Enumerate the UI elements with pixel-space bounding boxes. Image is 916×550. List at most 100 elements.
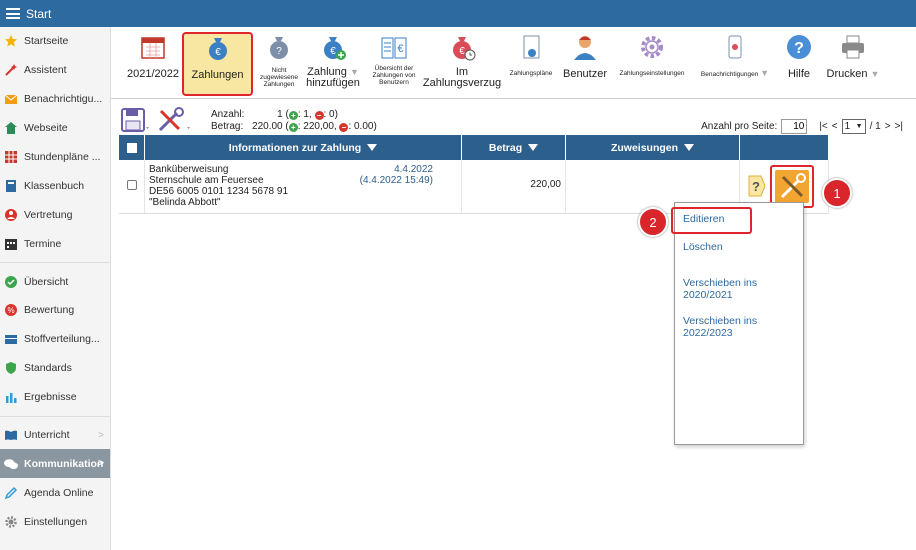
open-book-icon — [4, 428, 18, 442]
calendar-icon — [4, 237, 18, 251]
per-page-input[interactable] — [781, 119, 808, 134]
sidebar-item-label: Klassenbuch — [24, 179, 85, 192]
sidebar-item-standards[interactable]: Standards — [0, 354, 110, 383]
add-payment-label-line2: hinzufügen — [306, 77, 360, 89]
plus-icon: + — [288, 111, 298, 120]
topbar-title[interactable]: Start — [26, 7, 51, 21]
gear-icon — [4, 515, 18, 529]
per-page-label: Anzahl pro Seite: — [701, 121, 778, 132]
save-icon[interactable] — [121, 107, 151, 133]
sidebar-item-stundenplaene[interactable]: Stundenpläne ... — [0, 143, 110, 172]
payment-info-cell: Banküberweisung Sternschule am Feuersee … — [145, 160, 462, 213]
distribution-icon — [4, 332, 18, 346]
sidebar-item-stoffverteilung[interactable]: Stoffverteilung... — [0, 325, 110, 354]
unassigned-payments-button[interactable]: ? Nicht zugewiesene Zahlungen — [256, 33, 302, 95]
dropdown-arrow-icon[interactable]: ▼ — [760, 68, 769, 78]
sidebar-item-termine[interactable]: Termine — [0, 229, 110, 258]
step-badge-1: 1 — [822, 178, 852, 208]
sidebar-item-label: Webseite — [24, 122, 68, 135]
question-tag-icon[interactable]: ? — [745, 174, 767, 198]
filter-icon[interactable] — [684, 144, 695, 151]
sidebar-item-label: Agenda Online — [24, 486, 94, 499]
sidebar-divider — [0, 262, 110, 264]
sidebar-item-einstellungen[interactable]: Einstellungen — [0, 507, 110, 536]
prev-page-button[interactable]: < — [832, 121, 838, 132]
amount-positive: : 220,00, — [297, 121, 337, 132]
print-button[interactable]: Drucken ▼ — [823, 33, 883, 95]
column-header-label: Informationen zur Zahlung — [228, 141, 362, 154]
payments-button[interactable]: € Zahlungen — [182, 32, 253, 96]
column-header-info[interactable]: Informationen zur Zahlung — [145, 135, 462, 160]
sidebar-item-klassenbuch[interactable]: Klassenbuch — [0, 171, 110, 200]
wrench-screwdriver-icon — [780, 173, 806, 199]
page-select[interactable]: 1 ▼ — [841, 119, 866, 134]
sidebar-item-webseite[interactable]: Webseite — [0, 114, 110, 143]
filter-icon[interactable] — [528, 144, 539, 151]
row-select-cell — [119, 160, 145, 213]
sidebar-item-agenda-online[interactable]: Agenda Online — [0, 478, 110, 507]
first-page-button[interactable]: |< — [819, 121, 827, 132]
help-button[interactable]: ? Hilfe — [779, 33, 819, 95]
tools-icon[interactable] — [157, 107, 193, 133]
user-payments-overview-button[interactable]: € Übersicht der Zahlungen von Benutzern — [367, 33, 421, 95]
notifications-button[interactable]: Benachrichtigungen ▼ — [695, 33, 775, 95]
sidebar-item-label: Standards — [24, 362, 72, 375]
row-actions-menu: Editieren Löschen Verschieben ins 2020/2… — [671, 202, 804, 445]
menu-item-label-line2: 2022/2023 — [683, 327, 733, 339]
row-checkbox[interactable] — [126, 180, 137, 190]
sidebar-item-benachrichtigungen[interactable]: Benachrichtigu... — [0, 85, 110, 114]
hamburger-menu-icon[interactable] — [6, 8, 20, 19]
sidebar-item-vertretung[interactable]: Vertretung — [0, 200, 110, 229]
svg-text:€: € — [397, 43, 403, 55]
printer-icon — [842, 35, 864, 59]
menu-item-delete[interactable]: Löschen — [683, 241, 723, 253]
table-header: Informationen zur Zahlung Betrag Zuweisu… — [119, 135, 829, 160]
sidebar-item-unterricht[interactable]: Unterricht > — [0, 421, 110, 450]
calendar-icon — [141, 37, 165, 59]
sidebar-item-label: Unterricht — [24, 429, 70, 442]
sidebar-item-uebersicht[interactable]: Übersicht — [0, 267, 110, 296]
menu-item-edit[interactable]: Editieren — [683, 213, 724, 225]
payment-settings-button[interactable]: Zahlungseinstellungen — [612, 33, 692, 95]
chevron-right-icon: > — [98, 429, 104, 441]
user-icon — [574, 36, 596, 60]
payment-plans-button[interactable]: Zahlungspläne — [503, 33, 559, 95]
overdue-payments-button[interactable]: € Im Zahlungsverzug — [423, 33, 501, 95]
payment-iban: DE56 6005 0101 1234 5678 91 — [149, 186, 289, 197]
users-label: Benutzer — [562, 68, 608, 80]
star-icon — [4, 34, 18, 48]
count-label: Anzahl: — [211, 109, 245, 120]
sidebar-item-kommunikation[interactable]: Kommunikation > — [0, 449, 110, 479]
overview-label-line3: Benutzern — [379, 79, 409, 86]
menu-item-move-2020-2021[interactable]: Verschieben ins 2020/2021 — [683, 277, 757, 301]
sidebar-item-startseite[interactable]: Startseite — [0, 27, 110, 56]
dropdown-arrow-icon[interactable]: ▼ — [871, 69, 880, 79]
dropdown-arrow-icon[interactable]: ▼ — [350, 67, 359, 77]
sidebar-item-ergebnisse[interactable]: Ergebnisse — [0, 383, 110, 412]
filter-icon[interactable] — [367, 144, 378, 151]
plus-icon: + — [288, 123, 298, 132]
school-year-button[interactable]: 2021/2022 — [127, 33, 179, 95]
add-payment-button[interactable]: € Zahlung ▼ hinzufügen — [302, 33, 364, 95]
money-bag-question-icon: ? — [270, 37, 288, 59]
sidebar-item-bewertung[interactable]: % Bewertung — [0, 296, 110, 325]
menu-item-label-line1: Verschieben ins — [683, 315, 758, 327]
sidebar: Startseite Assistent Benachrichtigu... W… — [0, 27, 111, 550]
menu-item-move-2022-2023[interactable]: Verschieben ins 2022/2023 — [683, 315, 757, 339]
users-button[interactable]: Benutzer — [562, 33, 608, 95]
sidebar-item-assistent[interactable]: Assistent — [0, 56, 110, 85]
page-select-value: 1 — [844, 121, 851, 132]
last-page-button[interactable]: >| — [895, 121, 903, 132]
select-all-checkbox[interactable] — [126, 142, 137, 153]
column-header-assignments[interactable]: Zuweisungen — [566, 135, 740, 160]
next-page-button[interactable]: > — [885, 121, 891, 132]
row-tools-button[interactable] — [775, 170, 809, 203]
sidebar-item-label: Übersicht — [24, 275, 69, 288]
overview-label-line2: Zahlungen von — [372, 72, 416, 79]
pen-icon — [4, 486, 18, 500]
unassigned-label-line1: Nicht — [271, 67, 287, 74]
amount-label: Betrag: — [211, 121, 244, 132]
svg-text:?: ? — [794, 40, 804, 57]
column-header-amount[interactable]: Betrag — [462, 135, 566, 160]
column-header-label: Betrag — [488, 141, 523, 154]
